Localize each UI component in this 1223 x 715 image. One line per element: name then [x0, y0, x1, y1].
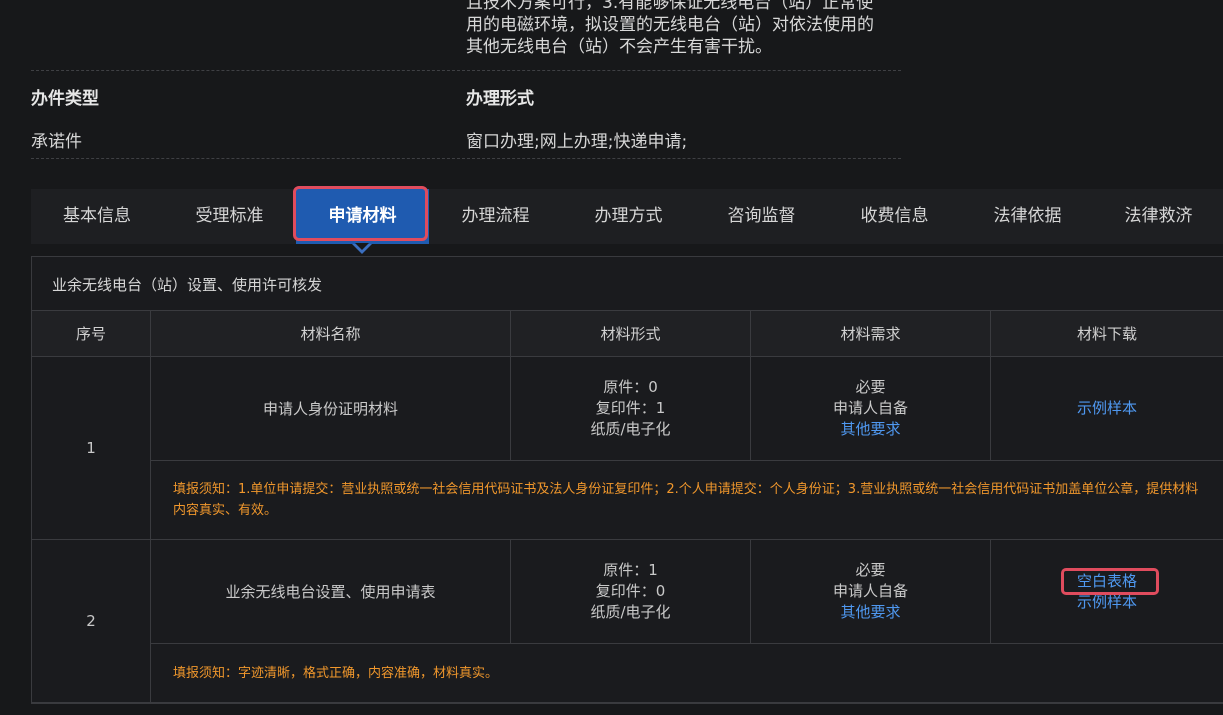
tab-legal-remedy[interactable]: 法律救济	[1094, 189, 1223, 244]
material-name: 申请人身份证明材料	[150, 356, 511, 461]
filling-notice: 填报须知：1.单位申请提交：营业执照或统一社会信用代码证书及法人身份证复印件；2…	[150, 460, 1223, 540]
material-download: 空白表格 示例样本	[990, 539, 1223, 644]
blank-form-download-link[interactable]: 空白表格	[991, 571, 1223, 592]
form-medium: 纸质/电子化	[590, 603, 671, 621]
material-requirement: 必要 申请人自备 其他要求	[750, 539, 991, 644]
form-medium: 纸质/电子化	[590, 420, 671, 438]
filling-notice: 填报须知：字迹清晰，格式正确，内容准确，材料真实。	[150, 643, 1223, 703]
requirement-source: 申请人自备	[832, 399, 908, 417]
handling-form-value: 窗口办理;网上办理;快递申请;	[466, 132, 688, 152]
header-form: 材料形式	[510, 310, 751, 357]
material-name: 业余无线电台设置、使用申请表	[150, 539, 511, 644]
tab-bar: 基本信息 受理标准 申请材料 办理流程 办理方式 咨询监督 收费信息 法律依据 …	[31, 189, 1223, 244]
materials-table: 序号 材料名称 材料形式 材料需求 材料下载 1 申请人身份证明材料 原件：0 …	[31, 310, 1223, 703]
header-name: 材料名称	[150, 310, 511, 357]
material-requirement: 必要 申请人自备 其他要求	[750, 356, 991, 461]
table-note-row: 填报须知：字迹清晰，格式正确，内容准确，材料真实。	[32, 643, 1223, 703]
table-header-row: 序号 材料名称 材料形式 材料需求 材料下载	[31, 310, 1223, 357]
material-form: 原件：0 复印件：1 纸质/电子化	[510, 356, 751, 461]
form-copy: 复印件：0	[595, 582, 666, 600]
table-row: 1 申请人身份证明材料 原件：0 复印件：1 纸质/电子化 必要 申请人自备 其…	[31, 356, 1223, 540]
table-note-row: 填报须知：1.单位申请提交：营业执照或统一社会信用代码证书及法人身份证复印件；2…	[32, 460, 1223, 540]
handling-form-label: 办理形式	[466, 89, 534, 109]
header-requirement: 材料需求	[750, 310, 991, 357]
tab-handling-method[interactable]: 办理方式	[562, 189, 695, 244]
tab-consultation[interactable]: 咨询监督	[695, 189, 828, 244]
case-type-label: 办件类型	[31, 89, 99, 109]
table-row: 2 业余无线电台设置、使用申请表 原件：1 复印件：0 纸质/电子化 必要 申请…	[31, 539, 1223, 703]
row-index: 1	[31, 356, 151, 540]
form-copy: 复印件：1	[595, 399, 666, 417]
other-requirements-link[interactable]: 其他要求	[751, 602, 990, 623]
panel-title: 业余无线电台（站）设置、使用许可核发	[52, 276, 323, 294]
form-original: 原件：1	[603, 561, 658, 579]
form-original: 原件：0	[603, 378, 658, 396]
sample-download-link[interactable]: 示例样本	[991, 398, 1223, 419]
description-line: 用的电磁环境，拟设置的无线电台（站）对依法使用的	[466, 15, 874, 35]
other-requirements-link[interactable]: 其他要求	[751, 419, 990, 440]
tab-fees[interactable]: 收费信息	[828, 189, 961, 244]
caret-inner	[355, 243, 369, 250]
material-form: 原件：1 复印件：0 纸质/电子化	[510, 539, 751, 644]
material-download: 示例样本	[990, 356, 1223, 461]
requirement-level: 必要	[855, 561, 886, 579]
requirement-level: 必要	[855, 378, 886, 396]
row-index: 2	[31, 539, 151, 703]
sample-download-link[interactable]: 示例样本	[991, 592, 1223, 613]
tab-legal-basis[interactable]: 法律依据	[961, 189, 1094, 244]
divider	[31, 70, 901, 71]
description-text: 且技术方案可行，3.有能够保证无线电台（站）正常使 用的电磁环境，拟设置的无线电…	[466, 0, 906, 58]
tab-acceptance-criteria[interactable]: 受理标准	[163, 189, 296, 244]
tab-highlight-box	[293, 186, 428, 241]
tab-basic-info[interactable]: 基本信息	[31, 189, 163, 244]
case-type-value: 承诺件	[31, 132, 82, 152]
header-download: 材料下载	[990, 310, 1223, 357]
header-index: 序号	[31, 310, 151, 357]
description-line: 其他无线电台（站）不会产生有害干扰。	[466, 37, 772, 57]
divider	[31, 158, 901, 159]
tab-process[interactable]: 办理流程	[429, 189, 562, 244]
description-line: 且技术方案可行，3.有能够保证无线电台（站）正常使	[466, 0, 874, 13]
requirement-source: 申请人自备	[832, 582, 908, 600]
